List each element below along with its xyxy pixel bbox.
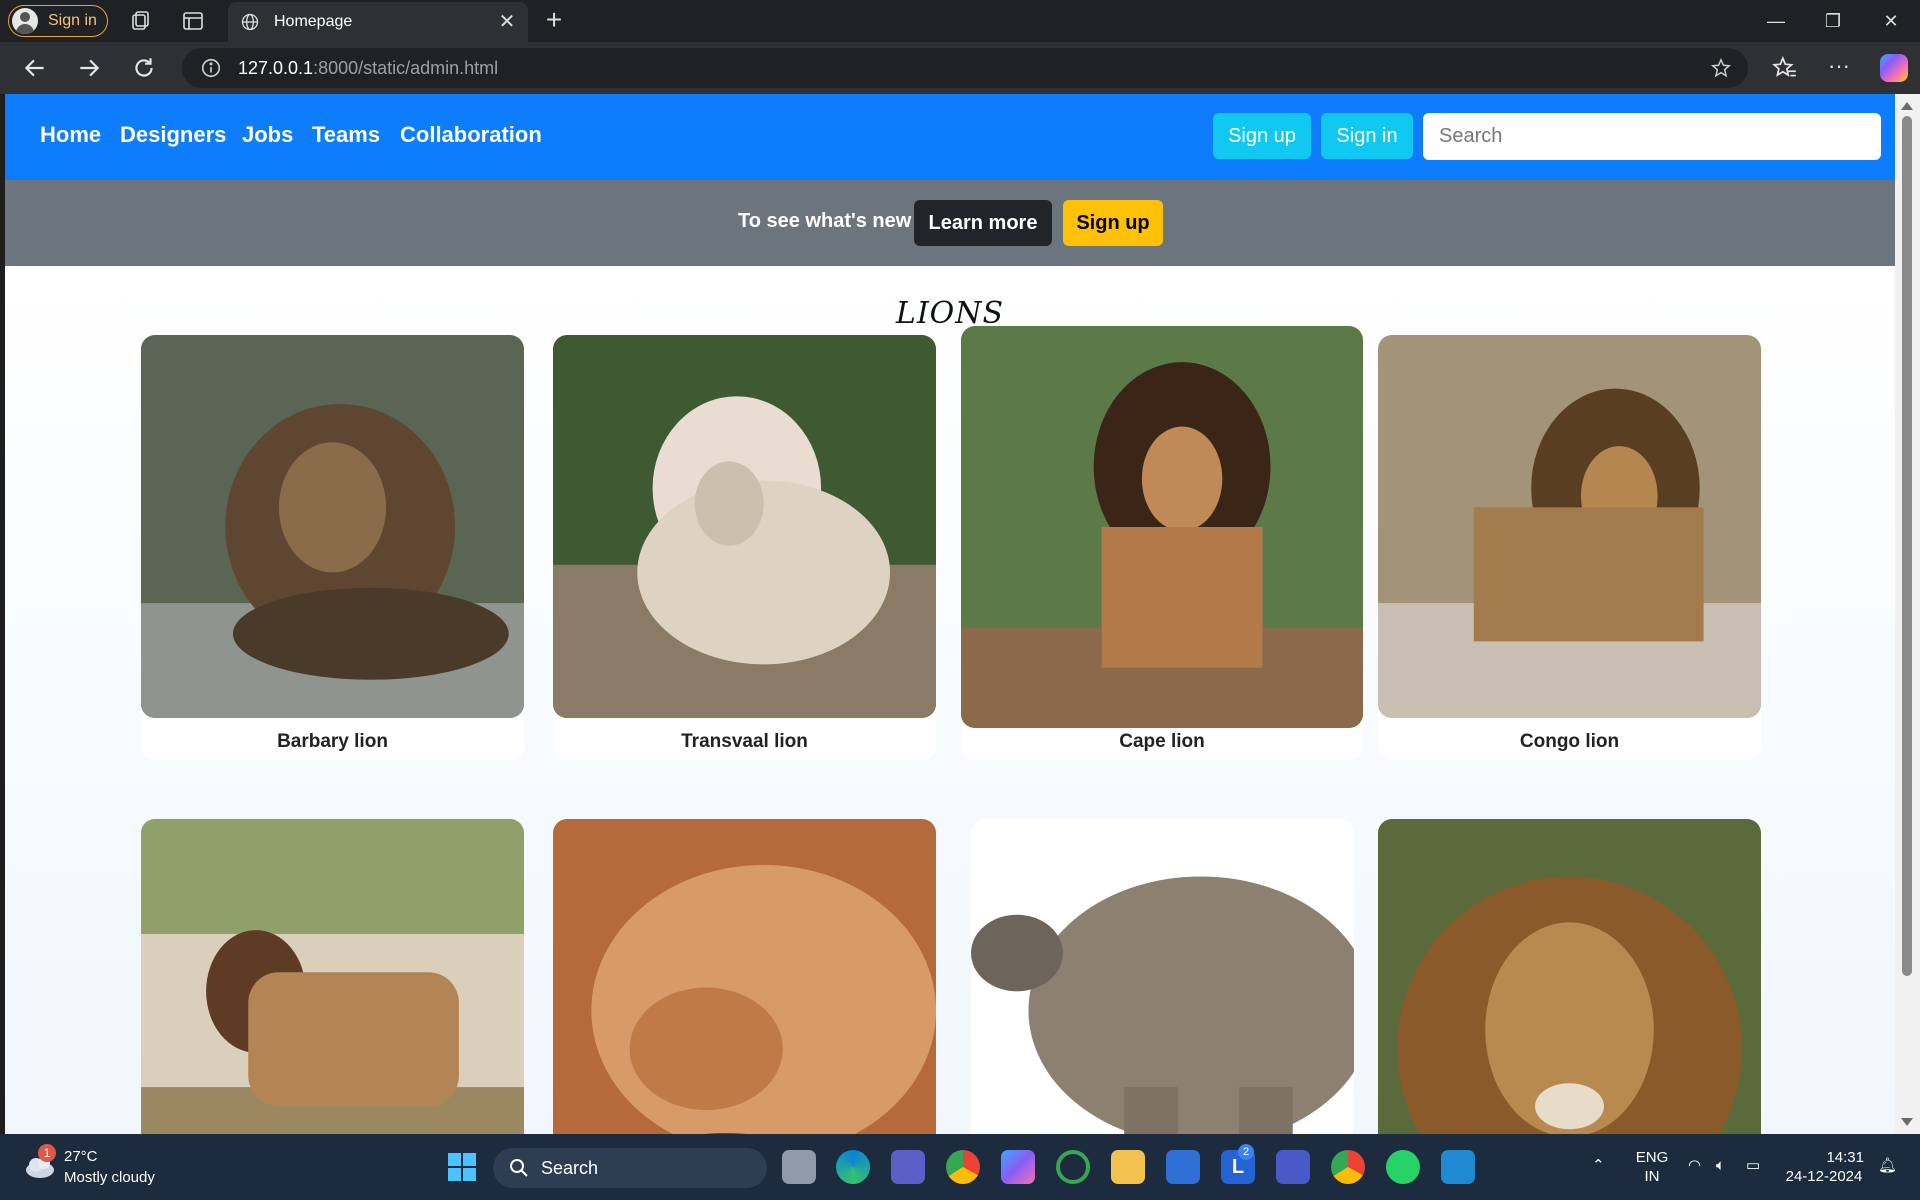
nav-designers[interactable]: Designers xyxy=(120,122,226,148)
nav-jobs[interactable]: Jobs xyxy=(242,122,293,148)
taskbar-search-label: Search xyxy=(541,1157,599,1178)
favorite-star-icon[interactable] xyxy=(1710,57,1732,79)
scroll-up-arrow[interactable] xyxy=(1901,102,1913,110)
teams-badge: 2 xyxy=(1238,1144,1254,1160)
chrome-icon[interactable] xyxy=(946,1150,980,1184)
lion-photo xyxy=(553,335,936,718)
minimize-icon[interactable]: — xyxy=(1765,10,1787,32)
task-view-icon[interactable] xyxy=(782,1150,816,1184)
back-icon[interactable] xyxy=(22,55,48,81)
lion-card[interactable]: Congo lion xyxy=(1378,335,1761,760)
nav-teams[interactable]: Teams xyxy=(312,122,380,148)
scroll-down-arrow[interactable] xyxy=(1901,1118,1913,1126)
lion-card[interactable]: Cape lion xyxy=(961,326,1363,760)
wifi-icon[interactable]: ◠ xyxy=(1688,1156,1701,1175)
nav-collaboration[interactable]: Collaboration xyxy=(400,122,542,148)
card-caption: Cape lion xyxy=(1119,731,1205,752)
card-caption: Barbary lion xyxy=(277,731,388,752)
tab-homepage[interactable]: Homepage ✕ xyxy=(228,2,528,42)
gallery-title: LIONS xyxy=(895,296,1005,331)
url-text: 127.0.0.1:8000/static/admin.html xyxy=(238,57,499,78)
card-caption: Congo lion xyxy=(1519,731,1620,752)
battery-icon[interactable]: ▭ xyxy=(1746,1156,1760,1175)
weather-temp: 27°C xyxy=(64,1148,98,1165)
windows-start-icon[interactable] xyxy=(445,1150,479,1184)
clock[interactable]: 14:31 24-12-2024 xyxy=(1784,1148,1864,1186)
avatar-icon xyxy=(12,8,38,34)
close-window-icon[interactable]: ✕ xyxy=(1880,10,1902,32)
app-icon[interactable] xyxy=(1276,1150,1310,1184)
lion-photo xyxy=(961,326,1363,728)
lang-line1: ENG xyxy=(1635,1149,1669,1166)
sync-app-icon[interactable] xyxy=(1056,1150,1090,1184)
lion-card[interactable] xyxy=(553,819,936,1134)
vscode-icon[interactable] xyxy=(1441,1150,1475,1184)
page-scrollbar[interactable] xyxy=(1895,94,1920,1134)
profile-signin-button[interactable]: Sign in xyxy=(8,5,108,37)
card-caption: Transvaal lion xyxy=(681,731,808,752)
lion-card[interactable] xyxy=(971,819,1354,1134)
learn-more-button[interactable]: Learn more xyxy=(914,200,1052,246)
volume-icon[interactable]: 🔈︎ xyxy=(1716,1156,1725,1175)
workspaces-icon[interactable] xyxy=(129,9,153,33)
new-tab-icon[interactable]: + xyxy=(540,6,568,35)
lang-line2: IN xyxy=(1644,1168,1660,1185)
lion-photo xyxy=(1378,819,1761,1134)
more-menu-icon[interactable]: ··· xyxy=(1826,55,1852,81)
lion-card[interactable] xyxy=(1378,819,1761,1134)
language-indicator[interactable]: ENG IN xyxy=(1632,1148,1672,1186)
notification-bell-icon[interactable]: 🔔︎ xyxy=(1878,1156,1897,1175)
lion-photo xyxy=(1378,335,1761,718)
site-navbar: Home Designers Jobs Teams Collaboration … xyxy=(5,94,1895,180)
favorites-icon[interactable] xyxy=(1772,55,1798,81)
lion-card[interactable] xyxy=(141,819,524,1134)
weather-badge: 1 xyxy=(38,1144,56,1162)
browser-toolbar: 127.0.0.1:8000/static/admin.html ··· xyxy=(0,42,1920,94)
clock-date: 24-12-2024 xyxy=(1785,1168,1863,1185)
lion-card[interactable]: Transvaal lion xyxy=(553,335,936,760)
lion-gallery: LIONS Barbary lion Transvaal lion Cape l… xyxy=(5,266,1895,1134)
file-explorer-icon[interactable] xyxy=(1111,1150,1145,1184)
store-icon[interactable] xyxy=(1166,1150,1200,1184)
chrome-profile-icon[interactable] xyxy=(1331,1150,1365,1184)
copilot-app-icon[interactable] xyxy=(1001,1150,1035,1184)
promo-banner: To see what's new Learn more Sign up xyxy=(5,180,1895,266)
lion-photo xyxy=(141,335,524,718)
tab-title: Homepage xyxy=(274,13,353,30)
globe-icon xyxy=(241,13,259,31)
teams-icon[interactable] xyxy=(891,1150,925,1184)
search-input[interactable]: Search xyxy=(1423,113,1881,160)
banner-signup-button[interactable]: Sign up xyxy=(1063,200,1163,246)
copilot-icon[interactable] xyxy=(1880,54,1908,82)
nav-home[interactable]: Home xyxy=(40,122,101,148)
lion-photo xyxy=(553,819,936,1134)
show-hidden-icons[interactable]: ⌃ xyxy=(1592,1156,1605,1175)
edge-icon[interactable] xyxy=(836,1150,870,1184)
lion-card[interactable]: Barbary lion xyxy=(141,335,524,760)
forward-icon[interactable] xyxy=(76,55,102,81)
weather-desc: Mostly cloudy xyxy=(64,1169,155,1186)
lion-photo xyxy=(141,819,524,1134)
lion-photo xyxy=(971,819,1354,1134)
refresh-icon[interactable] xyxy=(131,55,157,81)
search-icon xyxy=(510,1159,528,1177)
tab-actions-icon[interactable] xyxy=(181,9,205,33)
navbar-signin-button[interactable]: Sign in xyxy=(1321,113,1413,159)
banner-text: To see what's new xyxy=(738,210,912,232)
restore-icon[interactable]: ❐ xyxy=(1822,10,1844,32)
profile-signin-label: Sign in xyxy=(48,12,97,29)
browser-titlebar: Sign in Homepage ✕ + — ❐ ✕ xyxy=(0,0,1920,42)
whatsapp-icon[interactable] xyxy=(1386,1150,1420,1184)
scrollbar-thumb[interactable] xyxy=(1902,116,1912,976)
taskbar-search[interactable]: Search xyxy=(493,1148,767,1188)
page-viewport: Home Designers Jobs Teams Collaboration … xyxy=(5,94,1895,1134)
navbar-signup-button[interactable]: Sign up xyxy=(1213,113,1311,159)
clock-time: 14:31 xyxy=(1826,1149,1864,1166)
close-tab-icon[interactable]: ✕ xyxy=(496,11,518,33)
address-bar[interactable]: 127.0.0.1:8000/static/admin.html xyxy=(182,48,1748,88)
site-info-icon[interactable] xyxy=(200,57,222,79)
windows-taskbar: 1 27°C Mostly cloudy Search L 2 ⌃ ENG IN… xyxy=(0,1134,1920,1200)
